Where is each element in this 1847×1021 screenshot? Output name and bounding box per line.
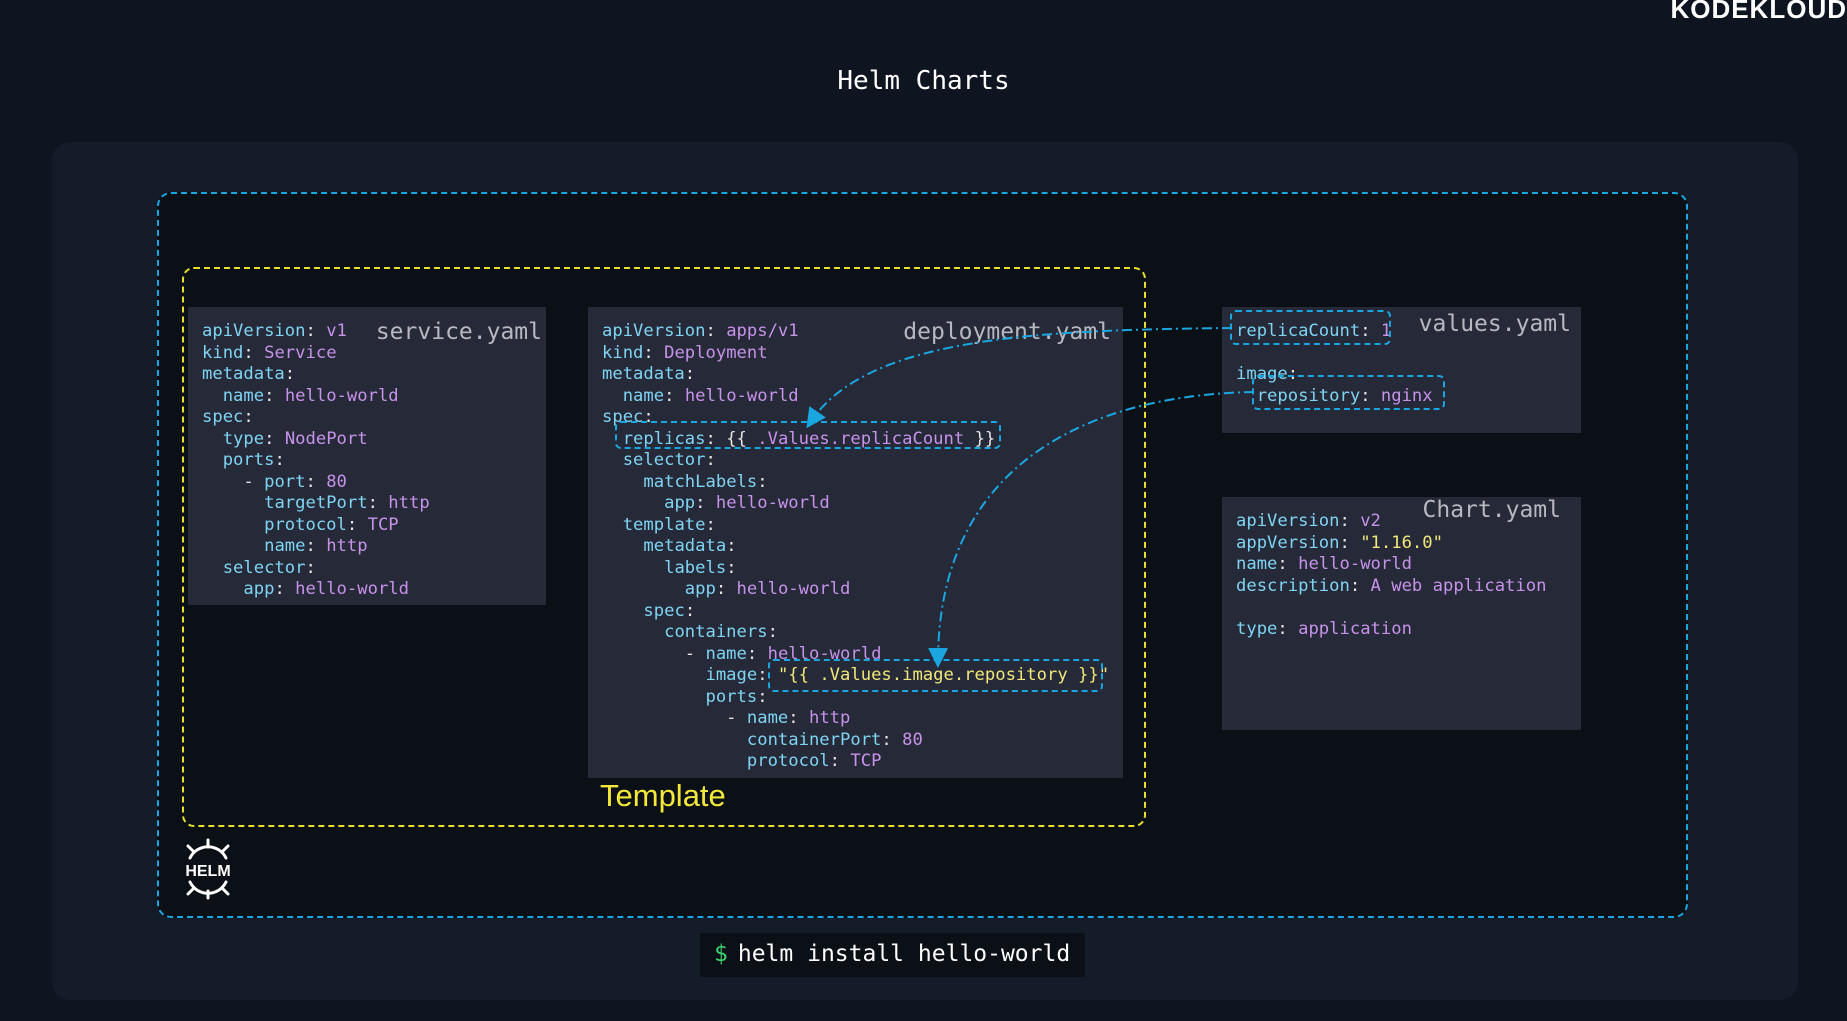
shell-prompt: $ xyxy=(714,941,728,967)
helm-logo-text: HELM xyxy=(185,863,230,880)
template-label: Template xyxy=(600,778,726,813)
replicacount-arrow xyxy=(806,327,1233,429)
value-reference-arrows xyxy=(806,327,1255,668)
repository-arrow xyxy=(928,391,1255,668)
helm-logo: HELM xyxy=(178,838,238,904)
command-text: helm install hello-world xyxy=(737,941,1071,967)
terminal-command: $ helm install hello-world xyxy=(700,933,1085,977)
